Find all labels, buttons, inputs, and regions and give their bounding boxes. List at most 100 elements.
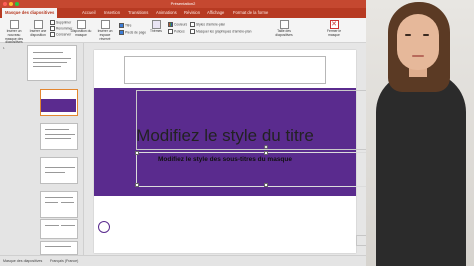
layout-thumbnail[interactable] — [40, 241, 78, 255]
thumb-line — [33, 58, 71, 59]
themes-button[interactable]: Thèmes — [148, 20, 164, 34]
tab-masque-des-diapositives[interactable]: Masque des diapositives — [2, 8, 58, 18]
master-layout-label: Disposition du masque — [70, 29, 92, 37]
tab-affichage[interactable]: Affichage — [207, 10, 224, 15]
background-styles-dropdown[interactable]: Styles d'arrière-plan — [190, 22, 225, 27]
insert-placeholder-label: Insérer un espace réservé — [97, 29, 113, 41]
status-bar: Masque des diapositives Français (France… — [0, 255, 366, 266]
fonts-label: Polices — [174, 29, 185, 34]
thumb-line — [33, 66, 61, 67]
themes-label: Thèmes — [150, 29, 162, 33]
tab-animations[interactable]: Animations — [156, 10, 177, 15]
document-title: Présentation2 — [170, 1, 196, 6]
placeholder-icon — [100, 20, 110, 29]
slide-size-label: Taille des diapositives — [275, 29, 293, 37]
colors-dropdown[interactable]: Couleurs — [168, 22, 187, 27]
title-checkbox[interactable]: Titre — [119, 23, 131, 28]
rename-button[interactable]: Renommer — [50, 26, 72, 31]
new-layout-icon — [33, 20, 43, 29]
background-styles-label: Styles d'arrière-plan — [196, 22, 226, 27]
checkbox-checked-icon — [119, 30, 124, 35]
presenter-body — [376, 72, 466, 266]
thumb-line — [61, 225, 75, 226]
master-layout-button[interactable]: Disposition du masque — [70, 20, 92, 38]
thumb-line — [33, 52, 63, 53]
slide-title[interactable]: Modifiez le style du titre — [94, 126, 356, 146]
resize-handle[interactable] — [264, 151, 268, 155]
layout-thumbnail[interactable] — [40, 157, 78, 184]
thumb-line — [45, 197, 73, 198]
presenter-eye — [405, 34, 411, 36]
insert-master-button[interactable]: Insérer un nouveau masque des diapositiv… — [2, 20, 26, 45]
footers-checkbox-label: Pieds de page — [125, 30, 147, 35]
location-pin-logo-icon — [98, 221, 110, 233]
slide-number-placeholder[interactable]: ‹#› — [356, 235, 366, 246]
ribbon-tab-bar: Masque des diapositives Accueil Insertio… — [0, 8, 366, 18]
checkbox-checked-icon — [119, 23, 124, 28]
slide-size-button[interactable]: Taille des diapositives — [272, 20, 296, 38]
hide-background-label: Masquer les graphiques d'arrière-plan — [196, 29, 252, 34]
thumb-line — [45, 172, 65, 173]
themes-icon — [151, 20, 161, 29]
ribbon-toolbar: Insérer un nouveau masque des diapositiv… — [0, 18, 366, 45]
layout-thumbnail[interactable] — [40, 123, 78, 150]
resize-handle[interactable] — [135, 183, 139, 187]
status-language[interactable]: Français (France) — [50, 259, 78, 263]
thumb-line — [45, 167, 75, 168]
thumb-line — [45, 138, 71, 139]
title-checkbox-label: Titre — [125, 23, 132, 28]
close-master-icon: ✕ — [329, 20, 339, 29]
insert-placeholder-button[interactable]: Insérer un espace réservé — [94, 20, 116, 41]
powerpoint-window: Présentation2 Masque des diapositives Ac… — [0, 0, 366, 266]
slide-layout-canvas[interactable]: Modifiez le style du titre Modifiez le s… — [94, 50, 366, 253]
delete-label: Supprimer — [56, 20, 72, 25]
master-thumbnail[interactable] — [27, 45, 77, 81]
new-slide-master-icon — [9, 20, 19, 29]
checkbox-icon — [190, 29, 195, 34]
thumb-purple-band — [41, 99, 76, 112]
preserve-label: Conserver — [56, 32, 72, 37]
colors-label: Couleurs — [174, 22, 188, 27]
webcam-video — [366, 0, 474, 266]
rotate-handle[interactable] — [264, 145, 268, 149]
layout-thumbnail[interactable] — [40, 219, 78, 239]
layout-thumbnail[interactable] — [40, 191, 78, 218]
fonts-dropdown[interactable]: Polices — [168, 29, 185, 34]
slide-subtitle[interactable]: Modifiez le style des sous-titres du mas… — [94, 156, 356, 163]
colors-icon — [168, 22, 173, 27]
layout-thumbnail-selected[interactable] — [40, 89, 78, 116]
thumb-line — [45, 225, 59, 226]
footers-checkbox[interactable]: Pieds de page — [119, 30, 146, 35]
slide-size-icon — [279, 20, 289, 29]
thumbnail-number: 1 — [3, 46, 5, 50]
slide-editing-area[interactable]: Modifiez le style du titre Modifiez le s… — [84, 43, 366, 255]
tab-revision[interactable]: Révision — [184, 10, 200, 15]
close-master-label: Fermer le masque — [326, 29, 342, 37]
presenter-eye — [423, 34, 429, 36]
preserve-button[interactable]: Conserver — [50, 32, 71, 37]
slide-thumbnail-pane[interactable]: 1 — [0, 43, 84, 255]
tab-insertion[interactable]: Insertion — [104, 10, 120, 15]
background-styles-icon — [190, 22, 195, 27]
thumb-line — [45, 202, 58, 203]
thumb-line — [45, 129, 69, 130]
tab-format-de-la-forme[interactable]: Format de la forme — [233, 10, 268, 15]
title-bar: Présentation2 — [0, 0, 366, 8]
thumb-line — [61, 202, 74, 203]
resize-handle[interactable] — [264, 183, 268, 187]
insert-layout-button[interactable]: Insérer une disposition — [28, 20, 48, 38]
resize-handle[interactable] — [135, 151, 139, 155]
delete-button[interactable]: Supprimer — [50, 20, 71, 25]
top-placeholder-frame[interactable] — [124, 56, 326, 84]
presenter-face — [397, 14, 439, 70]
thumb-line — [33, 62, 67, 63]
master-layout-icon — [76, 20, 86, 29]
hide-background-checkbox[interactable]: Masquer les graphiques d'arrière-plan — [190, 29, 251, 34]
tab-transitions[interactable]: Transitions — [128, 10, 148, 15]
close-master-button[interactable]: ✕ Fermer le masque — [322, 20, 346, 38]
presenter-mouth — [412, 55, 424, 57]
thumb-line — [45, 246, 71, 247]
fonts-icon — [168, 29, 173, 34]
insert-layout-label: Insérer une disposition — [29, 29, 47, 37]
tab-accueil[interactable]: Accueil — [82, 10, 96, 15]
